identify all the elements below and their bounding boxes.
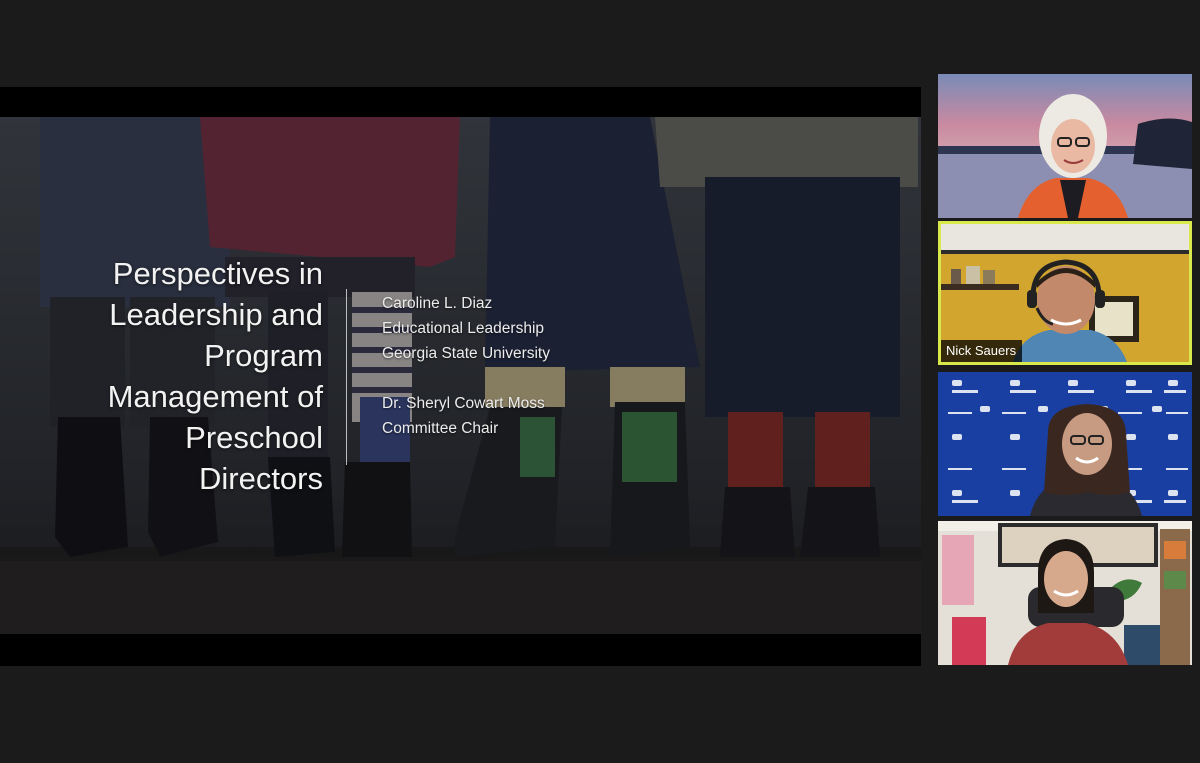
slide-title-line: Directors [198,461,323,496]
presenter-department: Educational Leadership [382,320,545,337]
slide-title-line: Perspectives in [112,256,323,291]
slide-title-line: Preschool [185,420,323,455]
chair-role: Committee Chair [382,420,499,437]
slide-title-line: Management of [107,379,323,414]
slide-author-info: Caroline L. Diaz Educational Leadership … [382,291,550,441]
participant-video-tile[interactable] [938,372,1192,516]
presentation-slide: Perspectives in Leadership and Program M… [0,117,921,634]
slide-title-line: Leadership and [109,297,323,332]
participant-video-icon [938,74,1192,218]
presenter-university: Georgia State University [382,345,550,362]
slide-divider [346,289,347,465]
slide-title: Perspectives in Leadership and Program M… [23,253,323,499]
shared-screen[interactable]: Perspectives in Leadership and Program M… [0,87,921,666]
participant-name-label: Nick Sauers [941,340,1023,362]
video-meeting-window: Perspectives in Leadership and Program M… [0,0,1200,763]
participant-video-tile[interactable] [938,521,1192,665]
chair-name: Dr. Sheryl Cowart Moss [382,395,545,412]
participant-video-icon [938,372,1192,516]
participant-video-icon [938,521,1192,665]
participant-video-tile[interactable] [938,74,1192,218]
presenter-name: Caroline L. Diaz [382,295,493,312]
participant-video-tile-active[interactable]: Nick Sauers [938,221,1192,365]
slide-title-line: Program [204,338,323,373]
